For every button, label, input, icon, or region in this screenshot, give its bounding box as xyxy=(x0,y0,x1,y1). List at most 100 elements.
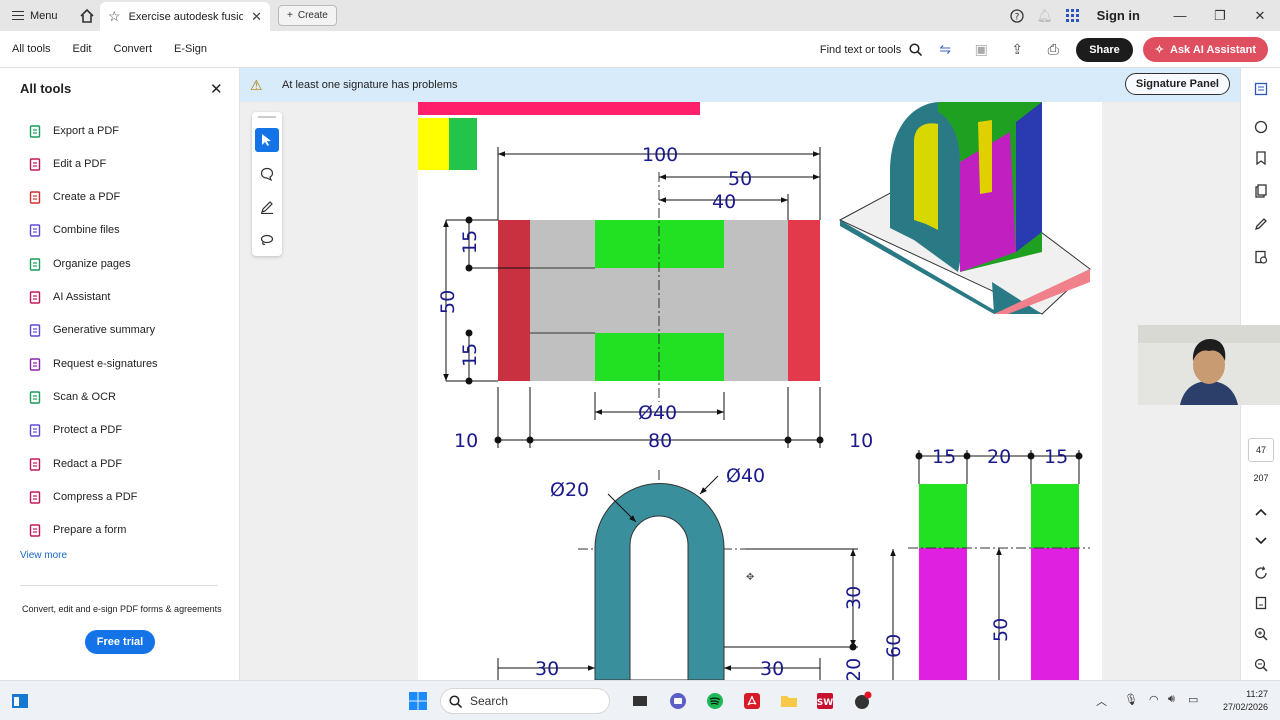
solidworks-icon[interactable]: SW xyxy=(815,691,835,711)
menu-edit[interactable]: Edit xyxy=(73,43,92,55)
promo-text: Convert, edit and e-sign PDF forms & agr… xyxy=(22,604,222,614)
dim-30-right: 30 xyxy=(760,658,784,680)
sidebar-item-edit-pdf[interactable]: Edit a PDF xyxy=(28,154,106,174)
comment-panel-icon[interactable] xyxy=(1253,81,1269,97)
home-button[interactable] xyxy=(76,5,98,27)
save-icon[interactable]: ▣ xyxy=(968,37,994,63)
all-tools-panel: All tools ✕ Export a PDF Edit a PDF Create… xyxy=(0,68,240,680)
acrobat-icon[interactable] xyxy=(742,691,762,711)
rotate-icon[interactable] xyxy=(1253,565,1269,581)
zoom-out-icon[interactable] xyxy=(1253,657,1269,673)
side-view-left-magenta xyxy=(919,548,967,680)
bell-icon[interactable]: 🔔︎ xyxy=(1031,8,1059,24)
sidebar-item-prepare-form[interactable]: Prepare a form xyxy=(28,520,126,540)
lasso-tool-icon[interactable] xyxy=(255,228,279,252)
upload-icon[interactable]: ⇪ xyxy=(1004,37,1030,63)
export-pdf-icon xyxy=(28,124,42,138)
view-more-link[interactable]: View more xyxy=(20,550,67,561)
sidebar-item-generative-summary[interactable]: Generative summary xyxy=(28,320,155,340)
app-icon-left[interactable] xyxy=(10,691,30,711)
help-icon[interactable]: ? xyxy=(1003,8,1031,23)
comment-tool-icon[interactable] xyxy=(255,162,279,186)
dim-80: 80 xyxy=(648,430,672,452)
previous-page-icon[interactable] xyxy=(1253,504,1269,520)
drag-handle[interactable] xyxy=(258,116,276,118)
select-tool-icon[interactable] xyxy=(255,128,279,152)
clock-date: 27/02/2026 xyxy=(1222,702,1268,712)
sidebar-item-organize-pages[interactable]: Organize pages xyxy=(28,254,131,274)
sidebar-item-label: Protect a PDF xyxy=(53,424,123,436)
pdf-page[interactable]: 100 50 40 15 50 15 Ø40 10 80 10 Ø20 Ø40 … xyxy=(418,102,1102,680)
webcam-overlay xyxy=(1138,325,1280,405)
menu-button[interactable]: Menu xyxy=(0,0,58,31)
microphone-icon[interactable]: 🎙︎ xyxy=(1124,693,1138,706)
system-clock[interactable]: 11:27 27/02/2026 xyxy=(1223,688,1268,714)
battery-icon[interactable]: ▭ xyxy=(1188,693,1198,706)
menu-label: Menu xyxy=(30,9,58,22)
menu-all-tools[interactable]: All tools xyxy=(12,43,51,55)
sidebar-item-combine-files[interactable]: Combine files xyxy=(28,220,120,240)
close-panel-icon[interactable]: ✕ xyxy=(210,80,223,98)
close-tab-icon[interactable]: ✕ xyxy=(251,9,262,25)
sign-in-button[interactable]: Sign in xyxy=(1097,8,1140,23)
next-page-icon[interactable] xyxy=(1253,533,1269,549)
ai-sparkle-icon: ✧ xyxy=(1154,44,1164,56)
sidebar-item-label: AI Assistant xyxy=(53,291,111,303)
share-button[interactable]: Share xyxy=(1076,37,1133,62)
dim-30-vertical: 30 xyxy=(843,586,865,610)
windows-taskbar: Search SW ︿ 🎙︎ ◠ 🔊︎ ▭ 11:27 27/02/2026 xyxy=(0,680,1280,720)
front-view-slot xyxy=(629,515,689,680)
page-total: 207 xyxy=(1253,473,1269,483)
compare-icon[interactable]: ⇋ xyxy=(932,37,958,63)
sidebar-item-request-esign[interactable]: Request e-signatures xyxy=(28,354,158,374)
wifi-icon[interactable]: ◠ xyxy=(1149,693,1159,706)
compress-pdf-icon xyxy=(28,490,42,504)
spotify-icon[interactable] xyxy=(705,691,725,711)
main-toolbar: All tools Edit Convert E-Sign Find text … xyxy=(0,31,1280,68)
menu-convert[interactable]: Convert xyxy=(114,43,153,55)
ask-ai-assistant-button[interactable]: ✧ Ask AI Assistant xyxy=(1142,37,1268,62)
close-window-icon[interactable]: ✕ xyxy=(1240,8,1280,24)
draw-tool-icon[interactable] xyxy=(255,195,279,219)
prepare-form-icon xyxy=(28,523,42,537)
print-icon[interactable]: ⎙ xyxy=(1040,37,1066,63)
clock-time: 11:27 xyxy=(1246,689,1268,699)
sidebar-item-compress-pdf[interactable]: Compress a PDF xyxy=(28,487,137,507)
bookmark-icon[interactable] xyxy=(1253,150,1269,166)
sidebar-item-ai-assistant[interactable]: AI Assistant xyxy=(28,287,110,307)
page-number-input[interactable]: 47 xyxy=(1248,438,1274,462)
stamp-icon[interactable] xyxy=(1253,119,1269,135)
task-view-icon[interactable] xyxy=(630,691,650,711)
redact-pdf-icon xyxy=(28,457,42,471)
star-icon[interactable]: ☆ xyxy=(108,8,121,25)
sidebar-item-protect-pdf[interactable]: Protect a PDF xyxy=(28,420,122,440)
sidebar-item-create-pdf[interactable]: Create a PDF xyxy=(28,187,120,207)
minimize-icon[interactable]: — xyxy=(1160,8,1200,23)
create-button[interactable]: + Create xyxy=(278,5,337,26)
sidebar-item-scan-ocr[interactable]: Scan & OCR xyxy=(28,387,116,407)
fill-sign-icon[interactable] xyxy=(1253,216,1269,232)
zoom-in-icon[interactable] xyxy=(1253,626,1269,642)
free-trial-button[interactable]: Free trial xyxy=(85,630,155,654)
teams-icon[interactable] xyxy=(668,691,688,711)
document-tab[interactable]: ☆ Exercise autodesk fusion... ✕ xyxy=(100,2,270,31)
fusion-app-icon[interactable] xyxy=(852,691,872,711)
signature-panel-button[interactable]: Signature Panel xyxy=(1124,73,1230,95)
volume-icon[interactable]: 🔊︎ xyxy=(1168,693,1175,706)
start-icon[interactable] xyxy=(408,691,428,711)
extract-icon[interactable] xyxy=(1253,595,1269,611)
sidebar-item-export-pdf[interactable]: Export a PDF xyxy=(28,121,119,141)
restore-icon[interactable]: ❐ xyxy=(1200,8,1240,24)
security-icon[interactable] xyxy=(1253,249,1269,265)
find-tools-button[interactable]: Find text or tools xyxy=(820,43,923,56)
sidebar-item-label: Edit a PDF xyxy=(53,158,107,170)
menu-esign[interactable]: E-Sign xyxy=(174,43,207,55)
taskbar-search[interactable]: Search xyxy=(440,688,610,714)
sidebar-item-label: Create a PDF xyxy=(53,191,121,203)
apps-grid-icon[interactable] xyxy=(1059,9,1087,22)
sidebar-item-redact-pdf[interactable]: Redact a PDF xyxy=(28,454,122,474)
pages-icon[interactable] xyxy=(1253,183,1269,199)
file-explorer-icon[interactable] xyxy=(779,691,799,711)
show-hidden-icons-icon[interactable]: ︿ xyxy=(1096,693,1107,709)
dim-15-bottom: 15 xyxy=(459,343,481,367)
